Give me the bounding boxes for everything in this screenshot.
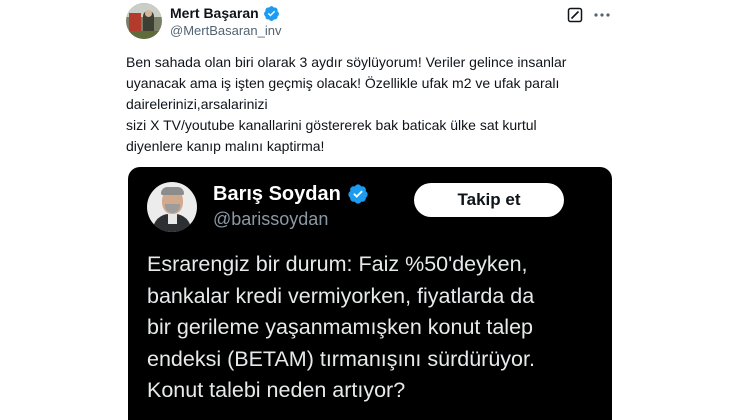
quoted-author-block: Barış Soydan @barissoydan — [213, 182, 369, 230]
quoted-author-name: Barış Soydan — [213, 182, 341, 205]
author-avatar[interactable] — [126, 3, 162, 39]
quoted-tweet-image[interactable]: Barış Soydan @barissoydan Takip et Esrar… — [128, 167, 612, 420]
author-handle[interactable]: @MertBasaran_inv — [170, 23, 281, 38]
more-icon[interactable] — [592, 6, 612, 24]
tweet-top-actions — [566, 6, 612, 24]
quoted-verified-badge-icon — [347, 183, 369, 205]
author-name[interactable]: Mert Başaran — [170, 5, 259, 21]
tweet-text: Ben sahada olan biri olarak 3 aydır söyl… — [126, 54, 567, 154]
quoted-tweet-text: Esrarengiz bir durum: Faiz %50'deyken, b… — [147, 252, 535, 402]
quoted-author-handle: @barissoydan — [213, 209, 329, 229]
grok-icon[interactable] — [566, 6, 584, 24]
follow-button: Takip et — [414, 183, 564, 217]
author-block: Mert Başaran @MertBasaran_inv — [170, 4, 281, 38]
verified-badge-icon[interactable] — [263, 5, 280, 22]
tweet: Mert Başaran @MertBasaran_inv Ben sahada… — [0, 0, 730, 420]
quoted-author-avatar — [147, 182, 197, 232]
